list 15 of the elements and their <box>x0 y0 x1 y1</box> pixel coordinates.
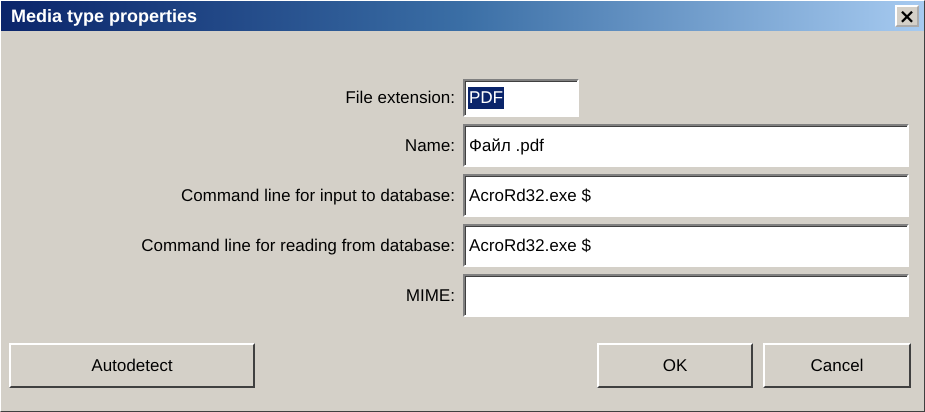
close-button[interactable]: × <box>895 5 919 27</box>
cancel-button[interactable]: Cancel <box>763 343 911 388</box>
input-field[interactable]: Файл .pdf <box>463 124 909 167</box>
field-label: Command line for reading from database: <box>140 236 455 256</box>
field-label: Command line for input to database: <box>180 186 455 206</box>
autodetect-button[interactable]: Autodetect <box>9 343 255 388</box>
input-field[interactable] <box>463 274 909 317</box>
input-field[interactable]: AcroRd32.exe $ <box>463 224 909 267</box>
ok-button[interactable]: OK <box>597 343 753 388</box>
field-label: Name: <box>404 136 455 156</box>
input-field[interactable]: PDF <box>463 79 579 117</box>
window-title: Media type properties <box>11 6 198 26</box>
field-label: MIME: <box>404 286 455 306</box>
field-label: File extension: <box>344 88 455 108</box>
input-field[interactable]: AcroRd32.exe $ <box>463 174 909 217</box>
